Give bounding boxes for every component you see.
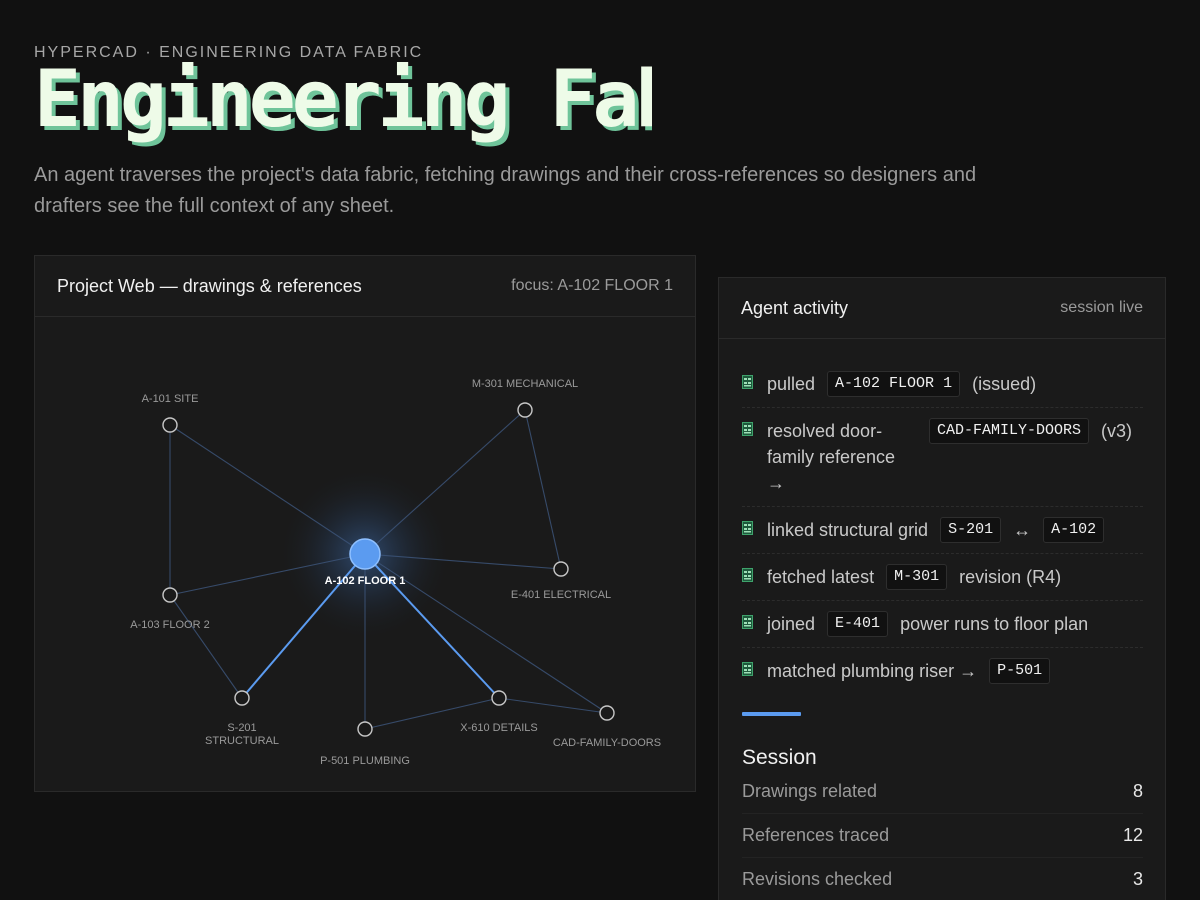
sheet-icon bbox=[742, 662, 753, 676]
activity-text: (issued) bbox=[972, 374, 1037, 394]
drawing-ref-chip[interactable]: M-301 bbox=[886, 564, 948, 590]
reference-edge-A-103-S-201 bbox=[169, 594, 243, 699]
activity-item: linked structural grid S-201 ↔ A-102 bbox=[742, 507, 1143, 554]
activity-item: fetched latest M-301 revision (R4) bbox=[742, 554, 1143, 601]
drawing-ref-chip[interactable]: E-401 bbox=[827, 611, 889, 637]
drawing-node-label: M-301 MECHANICAL bbox=[472, 378, 578, 390]
activity-item: matched plumbing riser → P-501 bbox=[742, 648, 1143, 694]
activity-item: pulled A-102 FLOOR 1 (issued) bbox=[742, 361, 1143, 408]
drawing-node-label: A-102 FLOOR 1 bbox=[325, 575, 406, 587]
activity-text: revision (R4) bbox=[959, 567, 1062, 587]
eyebrow: HYPERCAD · ENGINEERING DATA FABRIC bbox=[34, 44, 424, 61]
page-title-text: Engineering Fabric bbox=[34, 62, 652, 145]
drawing-node-label: E-401 ELECTRICAL bbox=[511, 589, 611, 601]
focus-indicator: focus: A-102 FLOOR 1 bbox=[511, 277, 673, 294]
drawing-node-a-103[interactable] bbox=[162, 587, 178, 603]
sheet-icon bbox=[742, 615, 753, 629]
drawing-node-label: CAD-FAMILY-DOORS bbox=[553, 737, 661, 749]
session-title: Session bbox=[742, 746, 817, 769]
session-stats: Drawings related 8 References traced 12 Revi… bbox=[719, 770, 1165, 900]
agent-activity-panel: Agent activity session live pulled A-102 … bbox=[718, 277, 1166, 900]
activity-text: joined bbox=[767, 614, 816, 634]
session-stat-label: References traced bbox=[742, 825, 890, 845]
drawing-node-label: A-101 SITE bbox=[142, 393, 199, 405]
project-web-title: Project Web — drawings & references bbox=[57, 275, 362, 296]
drawing-node-label: X-610 DETAILS bbox=[460, 722, 537, 734]
sheet-icon bbox=[742, 568, 753, 582]
drawing-node-label: P-501 PLUMBING bbox=[320, 755, 410, 767]
drawing-node-m-301[interactable] bbox=[517, 402, 533, 418]
page-subtitle: An agent traverses the project's data fa… bbox=[34, 164, 977, 217]
activity-text: matched plumbing riser → bbox=[767, 661, 978, 681]
activity-item: resolved door-family reference → CAD-FAMI… bbox=[742, 408, 1143, 507]
session-stat-label: Revisions checked bbox=[742, 869, 893, 889]
drawing-node-label: A-103 FLOOR 2 bbox=[130, 619, 209, 631]
sheet-icon bbox=[742, 422, 753, 436]
activity-text: power runs to floor plan bbox=[900, 614, 1089, 634]
session-stat-value: 3 bbox=[1132, 869, 1143, 889]
drawing-ref-chip[interactable]: CAD-FAMILY-DOORS bbox=[929, 418, 1090, 444]
drawing-ref-chip[interactable]: P-501 bbox=[989, 658, 1051, 684]
sheet-icon bbox=[742, 375, 753, 389]
agent-activity-title: Agent activity bbox=[741, 297, 849, 318]
drawing-ref-chip[interactable]: A-102 bbox=[1043, 517, 1105, 543]
drawing-node-p-501[interactable] bbox=[357, 721, 373, 737]
project-web-panel: Project Web — drawings & references focu… bbox=[34, 255, 696, 792]
drawing-node-label: S-201 STRUCTURAL bbox=[205, 722, 279, 747]
sheet-icon bbox=[742, 521, 753, 535]
activity-text: linked structural grid bbox=[767, 520, 929, 540]
activity-text: fetched latest bbox=[767, 567, 875, 587]
activity-progress-bar bbox=[742, 712, 801, 716]
session-stat-row: References traced 12 bbox=[742, 814, 1143, 858]
page-title: Engineering Fabric Engineering Fabric bbox=[34, 62, 652, 149]
activity-text: resolved door-family reference → bbox=[767, 421, 896, 493]
drawing-node-e-401[interactable] bbox=[553, 561, 569, 577]
reference-edge-M-301-E-401 bbox=[524, 409, 562, 570]
reference-edge-X-610-CAD bbox=[498, 697, 608, 714]
drawing-graph[interactable]: A-102 FLOOR 1 A-101 SITE M-301 MECHANICAL E… bbox=[35, 318, 695, 792]
drawing-ref-chip[interactable]: S-201 bbox=[940, 517, 1002, 543]
session-stat-label: Drawings related bbox=[742, 781, 878, 801]
activity-text: (v3) bbox=[1101, 421, 1133, 441]
activity-item: joined E-401 power runs to floor plan bbox=[742, 601, 1143, 648]
session-status: session live bbox=[1060, 299, 1143, 316]
drawing-node-a-102[interactable] bbox=[349, 538, 381, 570]
agent-activity-header: Agent activity session live bbox=[719, 278, 1165, 339]
drawing-node-s-201[interactable] bbox=[234, 690, 250, 706]
project-web-header: Project Web — drawings & references focu… bbox=[35, 256, 695, 317]
drawing-node-cad[interactable] bbox=[599, 705, 615, 721]
session-stat-row: Revisions checked 3 bbox=[742, 858, 1143, 900]
activity-text: pulled bbox=[767, 374, 816, 394]
session-stat-value: 8 bbox=[1132, 781, 1143, 801]
session-stat-row: Drawings related 8 bbox=[742, 770, 1143, 814]
drawing-ref-chip[interactable]: A-102 FLOOR 1 bbox=[827, 371, 961, 397]
activity-text: ↔ bbox=[1013, 520, 1032, 540]
activity-list: pulled A-102 FLOOR 1 (issued) resolved door… bbox=[719, 339, 1165, 694]
session-stat-value: 12 bbox=[1122, 825, 1143, 845]
drawing-node-x-610[interactable] bbox=[491, 690, 507, 706]
drawing-node-a-101[interactable] bbox=[162, 417, 178, 433]
